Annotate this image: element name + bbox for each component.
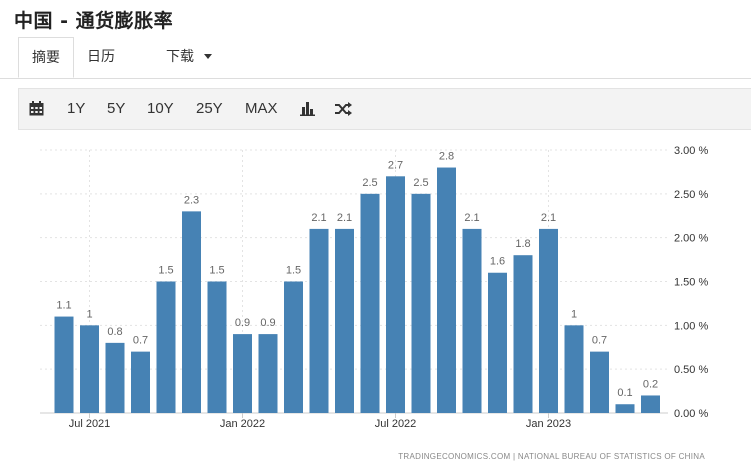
data-label: 0.9 (260, 317, 275, 329)
x-tick-label: Jan 2023 (526, 418, 571, 430)
bar-2023-02[interactable] (564, 325, 584, 413)
data-label: 1 (571, 308, 577, 320)
data-label: 1.5 (286, 265, 301, 277)
x-tick-label: Jul 2021 (69, 418, 111, 430)
bar-2021-08[interactable] (105, 342, 125, 413)
bar-2023-03[interactable] (590, 351, 609, 413)
bar-2022-05[interactable] (335, 228, 354, 413)
range-10y-button[interactable]: 10Y (147, 89, 174, 129)
bar-2021-12[interactable] (207, 281, 227, 414)
data-label: 1.5 (209, 265, 224, 277)
y-tick-label: 0.50 % (674, 364, 708, 376)
bar-2021-06[interactable] (54, 316, 74, 413)
y-tick-label: 0.00 % (674, 408, 708, 420)
data-label: 0.7 (133, 335, 148, 347)
bar-2022-02[interactable] (258, 334, 278, 413)
bar-2023-04[interactable] (615, 404, 635, 413)
data-label: 2.8 (439, 151, 454, 163)
tab-download[interactable]: 下载 (166, 37, 213, 78)
data-label: 1.5 (158, 265, 173, 277)
bar-2022-06[interactable] (360, 193, 380, 413)
bar-chart-icon[interactable] (300, 102, 315, 121)
tab-summary[interactable]: 摘要 (18, 37, 74, 78)
data-label: 2.1 (541, 212, 556, 224)
data-label: 1.1 (56, 300, 71, 312)
bar-2022-12[interactable] (513, 255, 533, 413)
y-tick-label: 1.50 % (674, 277, 708, 289)
inflation-bar-chart: 1.1 1 0.8 0.7 1.5 2.3 1.5 0.9 0.9 1.5 2.1 2.1 2.5 2.7… (40, 145, 708, 461)
bar-2023-05[interactable] (641, 395, 660, 413)
bar-2022-01[interactable] (233, 334, 252, 413)
shuffle-icon[interactable] (335, 102, 352, 121)
bar-2022-11[interactable] (488, 272, 507, 413)
x-tick-label: Jan 2022 (220, 418, 265, 430)
data-label: 2.1 (337, 212, 352, 224)
page-title: 中国 - 通货膨胀率 (14, 10, 174, 32)
chart-toolbar: 1Y 5Y 10Y 25Y MAX (18, 88, 751, 130)
data-label: 0.1 (617, 387, 632, 399)
data-label: 2.3 (184, 194, 199, 206)
bar-2021-10[interactable] (156, 281, 176, 414)
bar-2022-10[interactable] (462, 228, 482, 413)
tab-bar: 摘要 日历 下载 (0, 37, 751, 79)
data-label: 2.7 (388, 159, 403, 171)
bar-2022-08[interactable] (411, 193, 431, 413)
tab-calendar-label: 日历 (87, 49, 115, 65)
data-label: 1 (86, 308, 92, 320)
data-label: 2.5 (362, 177, 377, 189)
data-label: 2.1 (464, 212, 479, 224)
data-label: 0.9 (235, 317, 250, 329)
calendar-icon[interactable] (29, 101, 44, 121)
data-label: 0.2 (643, 378, 658, 390)
bar-2021-11[interactable] (182, 211, 201, 413)
y-tick-label: 2.50 % (674, 189, 708, 201)
bar-2021-09[interactable] (131, 351, 150, 413)
tab-summary-label: 摘要 (32, 50, 60, 66)
range-5y-button[interactable]: 5Y (107, 89, 125, 129)
y-tick-label: 2.00 % (674, 233, 708, 245)
chevron-down-icon (204, 54, 213, 59)
data-label: 0.7 (592, 335, 607, 347)
data-label: 1.8 (515, 238, 530, 250)
data-label: 2.1 (311, 212, 326, 224)
data-label: 1.6 (490, 256, 505, 268)
tab-download-label: 下载 (166, 49, 194, 65)
bar-2023-01[interactable] (539, 228, 558, 413)
bar-2022-07[interactable] (386, 176, 405, 413)
y-tick-label: 1.00 % (674, 320, 708, 332)
source-attribution: TRADINGECONOMICS.COM | NATIONAL BUREAU O… (398, 452, 705, 461)
data-label: 2.5 (413, 177, 428, 189)
bar-2021-07[interactable] (80, 325, 99, 413)
bar-2022-04[interactable] (309, 228, 329, 413)
tab-calendar[interactable]: 日历 (87, 37, 115, 78)
bar-2022-09[interactable] (437, 167, 456, 413)
range-1y-button[interactable]: 1Y (67, 89, 85, 129)
bar-2022-03[interactable] (284, 281, 303, 414)
x-tick-label: Jul 2022 (375, 418, 417, 430)
range-25y-button[interactable]: 25Y (196, 89, 223, 129)
range-max-button[interactable]: MAX (245, 89, 278, 129)
y-tick-label: 3.00 % (674, 145, 708, 157)
data-label: 0.8 (107, 326, 122, 338)
